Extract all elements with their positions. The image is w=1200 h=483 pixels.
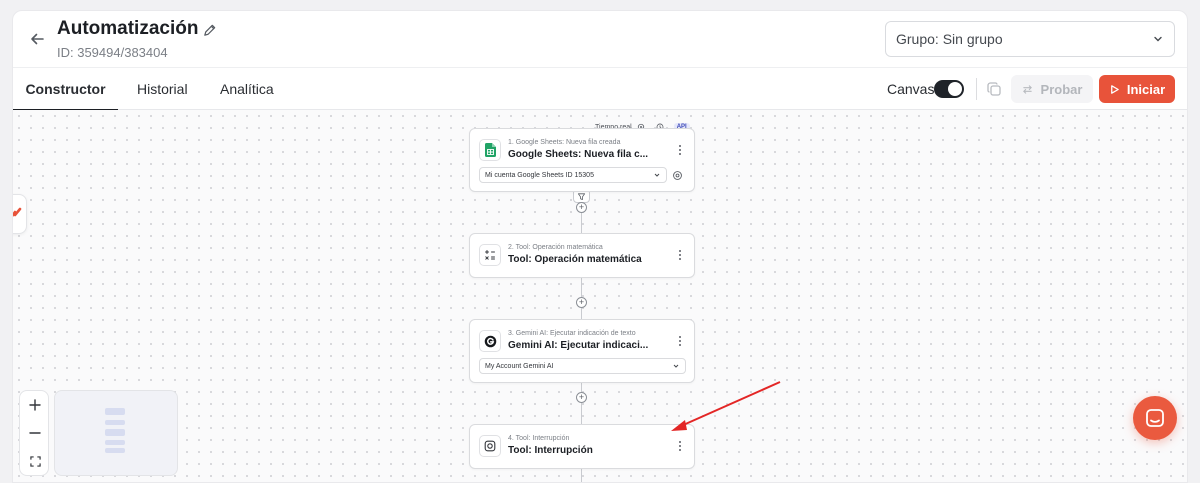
node-icon-frame <box>479 330 501 352</box>
account-settings-button[interactable] <box>671 169 683 181</box>
page-header: Automatización ID: 359494/383404 Grupo: … <box>13 11 1187 67</box>
canvas-toggle[interactable] <box>934 80 964 98</box>
math-operation-icon <box>485 250 495 260</box>
brand-logo-icon <box>13 207 22 218</box>
add-step-button[interactable]: + <box>576 202 587 213</box>
node-icon-frame <box>479 139 501 161</box>
gear-icon <box>672 170 682 180</box>
connector-line <box>581 469 582 482</box>
minimap-node <box>105 408 125 415</box>
chat-icon <box>1146 409 1164 427</box>
test-button[interactable]: Probar <box>1011 75 1093 103</box>
google-sheets-icon <box>484 143 496 157</box>
chevron-down-icon <box>654 173 660 177</box>
node-title: Tool: Interrupción <box>508 445 593 456</box>
pencil-icon <box>203 24 215 36</box>
automation-panel: Automatización ID: 359494/383404 Grupo: … <box>12 10 1188 483</box>
chevron-down-icon <box>1154 36 1162 42</box>
minimap[interactable] <box>54 390 178 476</box>
node-icon-frame <box>479 435 501 457</box>
node-subtitle: 2. Tool: Operación matemática <box>508 244 603 251</box>
account-select[interactable]: My Account Gemini AI <box>479 358 686 374</box>
tabs-bar: Constructor Historial Analítica Canvas P… <box>13 67 1187 111</box>
page-title: Automatización <box>57 18 199 39</box>
interruption-icon <box>484 440 496 452</box>
start-button-label: Iniciar <box>1126 81 1166 97</box>
node-title: Tool: Operación matemática <box>508 254 642 265</box>
group-select-value: Grupo: Sin grupo <box>896 31 1003 47</box>
account-select-value: My Account Gemini AI <box>485 362 554 370</box>
node-menu-button[interactable] <box>676 144 684 158</box>
filter-icon <box>577 192 586 200</box>
minus-icon <box>29 432 41 434</box>
arrow-left-icon <box>31 33 44 45</box>
tab-constructor[interactable]: Constructor <box>13 68 118 111</box>
start-button[interactable]: Iniciar <box>1099 75 1175 103</box>
automation-id: ID: 359494/383404 <box>57 45 168 60</box>
node-icon-frame <box>479 244 501 266</box>
node-subtitle: 4. Tool: Interrupción <box>508 435 570 442</box>
swap-arrows-icon <box>1022 84 1032 94</box>
side-panel-tab[interactable] <box>13 194 27 234</box>
annotation-arrow-shaft <box>680 381 781 427</box>
minimap-node <box>105 440 125 445</box>
node-menu-button[interactable] <box>676 440 684 454</box>
workflow-node[interactable]: 4. Tool: Interrupción Tool: Interrupción <box>469 424 695 469</box>
workflow-node[interactable]: 2. Tool: Operación matemática Tool: Oper… <box>469 233 695 278</box>
play-icon <box>1110 84 1119 94</box>
workflow-canvas[interactable]: Tiempo real API + + + 1. Google Sheets: … <box>13 110 1187 482</box>
minimap-node <box>105 448 125 453</box>
edit-title-button[interactable] <box>199 20 219 40</box>
node-menu-button[interactable] <box>676 249 684 263</box>
toggle-knob <box>948 82 962 96</box>
canvas-toggle-label: Canvas <box>887 81 935 97</box>
account-select[interactable]: Mi cuenta Google Sheets ID 15305 <box>479 167 667 183</box>
zoom-in-button[interactable] <box>20 391 50 419</box>
node-subtitle: 3. Gemini AI: Ejecutar indicación de tex… <box>508 330 636 337</box>
node-title: Google Sheets: Nueva fila c... <box>508 149 649 160</box>
chat-launcher-button[interactable] <box>1133 396 1177 440</box>
copy-button[interactable] <box>983 78 1005 100</box>
group-select[interactable]: Grupo: Sin grupo <box>885 21 1175 57</box>
minimap-node <box>105 429 125 436</box>
kebab-menu-icon <box>679 250 681 260</box>
minimap-node <box>105 420 125 425</box>
workflow-node[interactable]: 3. Gemini AI: Ejecutar indicación de tex… <box>469 319 695 383</box>
tab-historial[interactable]: Historial <box>137 68 188 110</box>
add-step-button[interactable]: + <box>576 297 587 308</box>
back-button[interactable] <box>25 27 49 51</box>
zoom-controls <box>19 390 49 476</box>
node-title: Gemini AI: Ejecutar indicaci... <box>508 340 649 351</box>
chevron-down-icon <box>673 364 679 368</box>
tab-analitica[interactable]: Analítica <box>220 68 274 110</box>
kebab-menu-icon <box>679 441 681 451</box>
fullscreen-icon <box>29 455 41 467</box>
kebab-menu-icon <box>679 145 681 155</box>
node-subtitle: 1. Google Sheets: Nueva fila creada <box>508 139 621 146</box>
add-step-button[interactable]: + <box>576 392 587 403</box>
kebab-menu-icon <box>679 336 681 346</box>
test-button-label: Probar <box>1040 81 1083 97</box>
copy-icon <box>987 82 1001 96</box>
fit-view-button[interactable] <box>20 447 50 475</box>
plus-icon <box>29 399 41 411</box>
divider <box>976 78 977 100</box>
zoom-out-button[interactable] <box>20 419 50 447</box>
workflow-node[interactable]: 1. Google Sheets: Nueva fila creada Goog… <box>469 128 695 192</box>
account-select-value: Mi cuenta Google Sheets ID 15305 <box>485 171 594 179</box>
gemini-icon <box>484 335 496 347</box>
node-menu-button[interactable] <box>676 335 684 349</box>
